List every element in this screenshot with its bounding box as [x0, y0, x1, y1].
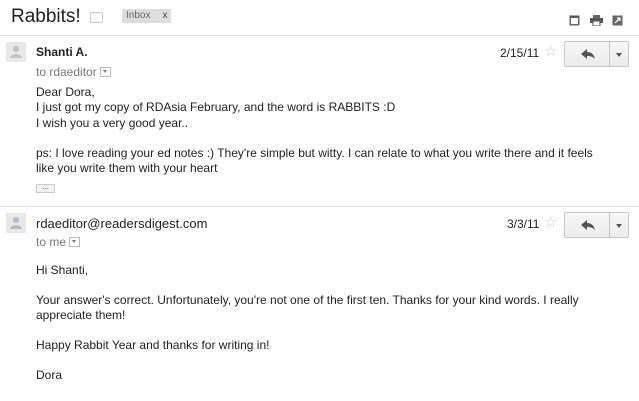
expand-all-icon[interactable] [612, 13, 623, 26]
more-actions-button[interactable] [609, 41, 629, 67]
show-trimmed-content-button[interactable]: ... [36, 183, 55, 193]
person-icon [10, 46, 22, 58]
message-body-line: I just got my copy of RDAsia February, a… [36, 100, 396, 114]
new-window-icon[interactable] [569, 13, 580, 26]
recipient-line: to me [36, 235, 81, 249]
more-actions-button[interactable] [609, 212, 629, 238]
label-chip-inbox[interactable]: Inbox x [122, 9, 172, 23]
message-body-line: Your answer's correct. Unfortunately, yo… [36, 293, 579, 307]
recipient-text: to me [36, 235, 67, 249]
message-body-line: Hi Shanti, [36, 263, 89, 277]
reply-button[interactable] [564, 41, 612, 67]
reply-icon [581, 49, 595, 59]
importance-marker[interactable] [90, 12, 103, 23]
thread-header: Rabbits! Inbox x [0, 0, 639, 36]
recipient-details-dropdown[interactable] [99, 66, 111, 77]
thread-subject: Rabbits! [11, 6, 81, 27]
message-body-line: Happy Rabbit Year and thanks for writing… [36, 338, 270, 352]
message-date: 2/15/11 [500, 46, 540, 60]
recipient-details-dropdown[interactable] [69, 236, 81, 247]
message-card: rdaeditor@readersdigest.com to me 3/3/11… [0, 207, 639, 401]
message-body-line: Dora [36, 368, 63, 382]
reply-icon [581, 220, 595, 230]
message-body-line: I wish you a very good year.. [36, 116, 189, 130]
star-icon[interactable]: ☆ [544, 42, 557, 60]
reply-button[interactable] [564, 212, 612, 238]
label-chip-text: Inbox [126, 10, 151, 21]
remove-label-button[interactable]: x [162, 10, 167, 21]
message-body-line: ps: I love reading your ed notes :) They… [36, 146, 593, 160]
message-date: 3/3/11 [507, 217, 540, 231]
print-icon[interactable] [590, 13, 603, 27]
star-icon[interactable]: ☆ [544, 213, 557, 231]
avatar [6, 213, 26, 233]
message-body-line: appreciate them! [36, 308, 126, 322]
message-body-line: Dear Dora, [36, 85, 95, 99]
message-body-line: like you write them with your heart [36, 161, 218, 175]
recipient-line: to rdaeditor [36, 65, 111, 79]
recipient-text: to rdaeditor [36, 65, 97, 79]
sender-name[interactable]: Shanti A. [36, 45, 88, 59]
sender-name[interactable]: rdaeditor@readersdigest.com [36, 216, 207, 231]
person-icon [10, 217, 22, 229]
avatar [6, 42, 26, 62]
message-card: Shanti A. to rdaeditor 2/15/11 ☆ Dear Do… [0, 36, 639, 206]
